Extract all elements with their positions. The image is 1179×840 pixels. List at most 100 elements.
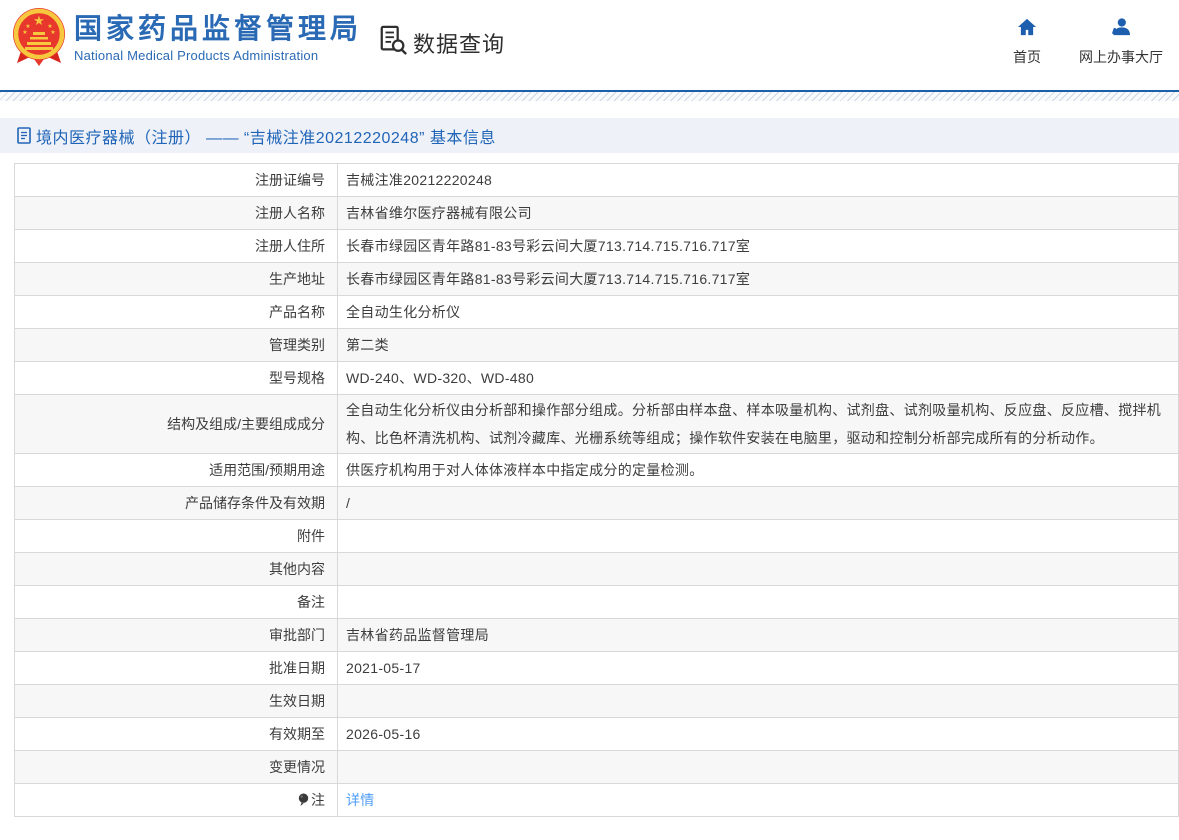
- row-value: 吉林省药品监督管理局: [337, 618, 1179, 652]
- home-nav[interactable]: 首页: [1013, 18, 1041, 67]
- row-value: 吉械注准20212220248: [337, 163, 1179, 197]
- user-icon: [1111, 18, 1131, 41]
- data-query-label: 数据查询: [413, 31, 506, 57]
- row-label: 注册人名称: [255, 205, 325, 221]
- row-label-cell: 产品名称: [14, 295, 338, 329]
- row-label-cell: 型号规格: [14, 361, 338, 395]
- table-row: 附件: [14, 519, 1179, 553]
- table-row: 变更情况: [14, 750, 1179, 784]
- row-label: 产品名称: [269, 304, 325, 320]
- table-row: 生产地址 长春市绿园区青年路81-83号彩云间大厦713.714.715.716.…: [14, 262, 1179, 296]
- row-label: 注册证编号: [255, 172, 325, 188]
- table-row: 审批部门 吉林省药品监督管理局: [14, 618, 1179, 652]
- brand-block: 国家药品监督管理局 National Medical Products Admi…: [74, 13, 362, 63]
- document-icon: [17, 127, 31, 144]
- row-value: 吉林省维尔医疗器械有限公司: [337, 196, 1179, 230]
- row-label-cell: 附件: [14, 519, 338, 553]
- row-value: 长春市绿园区青年路81-83号彩云间大厦713.714.715.716.717室: [337, 262, 1179, 296]
- row-label-cell: 注: [14, 783, 338, 817]
- svg-text:★: ★: [50, 29, 55, 36]
- page-title: 境内医疗器械（注册） —— “吉械注准20212220248” 基本信息: [36, 129, 496, 147]
- row-label-cell: 批准日期: [14, 651, 338, 685]
- row-label-cell: 结构及组成/主要组成成分: [14, 394, 338, 454]
- table-row: 备注: [14, 585, 1179, 619]
- registration-info-table: 注册证编号 吉械注准20212220248 注册人名称 吉林省维尔医疗器械有限公司 注册…: [14, 163, 1179, 817]
- row-label: 生效日期: [269, 693, 325, 709]
- row-value: [337, 519, 1179, 553]
- details-link[interactable]: 详情: [346, 792, 375, 808]
- table-row: 注册证编号 吉械注准20212220248: [14, 163, 1179, 197]
- row-label-cell: 有效期至: [14, 717, 338, 751]
- row-value: 2026-05-16: [337, 717, 1179, 751]
- service-hall-nav[interactable]: 网上办事大厅: [1079, 18, 1163, 67]
- row-label-cell: 备注: [14, 585, 338, 619]
- row-label-cell: 其他内容: [14, 552, 338, 586]
- table-row: 适用范围/预期用途 供医疗机构用于对人体体液样本中指定成分的定量检测。: [14, 453, 1179, 487]
- table-row: 管理类别 第二类: [14, 328, 1179, 362]
- row-label: 生产地址: [269, 271, 325, 287]
- data-query-icon: [378, 24, 408, 61]
- row-label-cell: 注册人住所: [14, 229, 338, 263]
- row-label-cell: 生效日期: [14, 684, 338, 718]
- home-label: 首页: [1013, 49, 1041, 65]
- row-label: 产品储存条件及有效期: [185, 495, 325, 511]
- row-label: 有效期至: [269, 726, 325, 742]
- row-value: [337, 552, 1179, 586]
- row-label-cell: 变更情况: [14, 750, 338, 784]
- row-label-cell: 注册人名称: [14, 196, 338, 230]
- page-title-bar: 境内医疗器械（注册） —— “吉械注准20212220248” 基本信息: [0, 118, 1179, 153]
- site-header: ★ ★ ★ ★ ★ 国家药品监督管理局 National Medical Pro…: [0, 0, 1179, 90]
- table-row: 注册人名称 吉林省维尔医疗器械有限公司: [14, 196, 1179, 230]
- table-row: 批准日期 2021-05-17: [14, 651, 1179, 685]
- row-label: 变更情况: [269, 759, 325, 775]
- row-label: 附件: [297, 528, 325, 544]
- table-row: 有效期至 2026-05-16: [14, 717, 1179, 751]
- svg-text:★: ★: [22, 29, 27, 36]
- table-row: 结构及组成/主要组成成分 全自动生化分析仪由分析部和操作部分组成。分析部由样本盘、…: [14, 394, 1179, 454]
- service-hall-label: 网上办事大厅: [1079, 49, 1163, 65]
- table-row: 型号规格 WD-240、WD-320、WD-480: [14, 361, 1179, 395]
- row-value: WD-240、WD-320、WD-480: [337, 361, 1179, 395]
- row-label-cell: 生产地址: [14, 262, 338, 296]
- row-value: [337, 684, 1179, 718]
- row-label: 型号规格: [269, 370, 325, 386]
- row-value: [337, 750, 1179, 784]
- top-links: 首页 网上办事大厅: [1013, 18, 1163, 67]
- row-value: 供医疗机构用于对人体体液样本中指定成分的定量检测。: [337, 453, 1179, 487]
- row-label: 备注: [297, 594, 325, 610]
- row-label-cell: 管理类别: [14, 328, 338, 362]
- row-label: 审批部门: [269, 627, 325, 643]
- row-value: 全自动生化分析仪由分析部和操作部分组成。分析部由样本盘、样本吸量机构、试剂盘、试…: [337, 394, 1179, 454]
- row-value-cell: 详情: [337, 783, 1179, 817]
- row-label: 注册人住所: [255, 238, 325, 254]
- note-bulb-icon: [298, 793, 309, 810]
- row-value: [337, 585, 1179, 619]
- row-value: 全自动生化分析仪: [337, 295, 1179, 329]
- row-label-cell: 审批部门: [14, 618, 338, 652]
- row-label: 批准日期: [269, 660, 325, 676]
- brand-title-zh: 国家药品监督管理局: [74, 13, 363, 44]
- table-row: 注 详情: [14, 783, 1179, 817]
- table-row: 产品名称 全自动生化分析仪: [14, 295, 1179, 329]
- registration-info-table-wrap: 注册证编号 吉械注准20212220248 注册人名称 吉林省维尔医疗器械有限公司 注册…: [14, 163, 1179, 817]
- row-label-cell: 注册证编号: [14, 163, 338, 197]
- table-row: 注册人住所 长春市绿园区青年路81-83号彩云间大厦713.714.715.716…: [14, 229, 1179, 263]
- row-value: 第二类: [337, 328, 1179, 362]
- row-value: 2021-05-17: [337, 651, 1179, 685]
- row-label: 适用范围/预期用途: [209, 462, 325, 478]
- table-row: 生效日期: [14, 684, 1179, 718]
- data-query-nav[interactable]: 数据查询: [378, 24, 505, 61]
- row-label: 其他内容: [269, 561, 325, 577]
- info-table-body: 注册证编号 吉械注准20212220248 注册人名称 吉林省维尔医疗器械有限公司 注册…: [14, 163, 1179, 817]
- row-label-cell: 适用范围/预期用途: [14, 453, 338, 487]
- national-emblem-logo: ★ ★ ★ ★ ★: [9, 6, 69, 68]
- home-icon: [1017, 18, 1037, 41]
- brand-title-en: National Medical Products Administration: [74, 48, 319, 63]
- row-label: 结构及组成/主要组成成分: [167, 416, 325, 432]
- svg-text:★: ★: [33, 14, 45, 29]
- row-value: /: [337, 486, 1179, 520]
- row-value: 长春市绿园区青年路81-83号彩云间大厦713.714.715.716.717室: [337, 229, 1179, 263]
- row-label: 管理类别: [269, 337, 325, 353]
- table-row: 产品储存条件及有效期 /: [14, 486, 1179, 520]
- row-label: 注: [311, 792, 325, 808]
